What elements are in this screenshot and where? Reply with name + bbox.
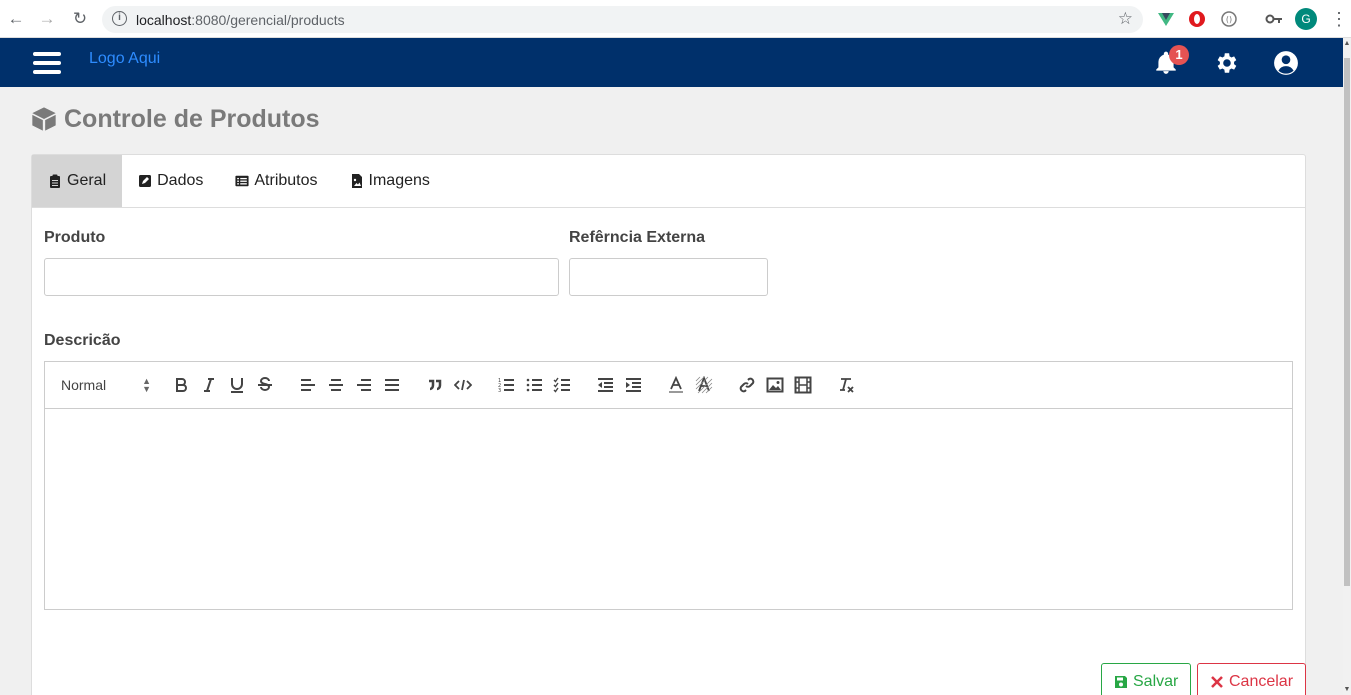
code-icon: [454, 379, 472, 391]
video-button[interactable]: [794, 374, 812, 396]
check-list-button[interactable]: [553, 374, 571, 396]
align-justify-icon: [385, 379, 399, 391]
extension-circle-icon[interactable]: (): [1220, 10, 1238, 28]
gear-icon[interactable]: [1213, 50, 1239, 76]
scrollbar-thumb[interactable]: [1344, 58, 1350, 586]
product-form-card: Geral Dados Atributos Imagens Produto Re…: [31, 154, 1307, 695]
tab-imagens[interactable]: Imagens: [334, 155, 446, 207]
align-right-button[interactable]: [355, 374, 373, 396]
select-caret-icon: ▲ ▼: [142, 376, 151, 394]
file-image-icon: [351, 174, 362, 188]
produto-input[interactable]: [44, 258, 559, 296]
save-button[interactable]: Salvar: [1101, 663, 1192, 695]
outdent-icon: [598, 378, 613, 392]
outdent-button[interactable]: [596, 374, 614, 396]
svg-text:3: 3: [498, 388, 501, 394]
tab-bar: Geral Dados Atributos Imagens: [32, 155, 1305, 208]
hamburger-menu-icon[interactable]: [33, 52, 61, 74]
indent-button[interactable]: [624, 374, 642, 396]
page-scrollbar[interactable]: ▲ ▼: [1343, 38, 1351, 695]
check-list-icon: [553, 377, 570, 393]
user-circle-icon[interactable]: [1273, 50, 1299, 76]
info-icon[interactable]: i: [112, 11, 127, 26]
heading-select[interactable]: Normal ▲ ▼: [61, 374, 151, 396]
opera-adblock-icon[interactable]: [1188, 10, 1206, 28]
descricao-label: Descricão: [44, 332, 121, 349]
cancel-button[interactable]: Cancelar: [1197, 663, 1307, 695]
vue-devtools-icon[interactable]: [1157, 10, 1175, 28]
text-color-button[interactable]: [667, 374, 685, 396]
page-title: Controle de Produtos: [30, 104, 320, 134]
save-icon: [1115, 676, 1127, 688]
bullet-list-icon: [526, 378, 542, 392]
page-title-text: Controle de Produtos: [64, 104, 320, 133]
close-icon: [1211, 676, 1223, 688]
clear-format-button[interactable]: [837, 374, 855, 396]
align-left-icon: [301, 379, 315, 391]
bold-icon: [176, 378, 187, 392]
image-button[interactable]: [766, 374, 784, 396]
bullet-list-button[interactable]: [525, 374, 543, 396]
editor-toolbar: Normal ▲ ▼ 1 2 3: [45, 362, 1292, 409]
strike-button[interactable]: [256, 374, 274, 396]
strikethrough-icon: [258, 377, 272, 391]
align-right-icon: [357, 379, 371, 391]
background-color-button[interactable]: [695, 374, 713, 396]
clear-format-icon: [840, 378, 854, 393]
text-color-icon: [669, 376, 683, 393]
address-bar[interactable]: i localhost:8080/gerencial/products ☆: [102, 6, 1143, 33]
browser-menu-icon[interactable]: ⋮: [1330, 8, 1348, 30]
tab-geral[interactable]: Geral: [32, 155, 123, 207]
background-color-icon: [695, 376, 713, 394]
editor-content-area[interactable]: [45, 409, 1292, 609]
scroll-down-icon[interactable]: ▼: [1343, 686, 1351, 693]
quote-icon: [429, 379, 442, 391]
reload-icon[interactable]: ↻: [70, 9, 90, 29]
tab-atributos[interactable]: Atributos: [219, 155, 333, 207]
profile-avatar[interactable]: G: [1295, 8, 1317, 30]
image-icon: [766, 377, 784, 393]
italic-button[interactable]: [200, 374, 218, 396]
align-center-icon: [329, 379, 343, 391]
edit-icon: [139, 175, 152, 187]
forward-arrow-icon[interactable]: →: [37, 9, 57, 29]
align-center-button[interactable]: [327, 374, 345, 396]
underline-icon: [231, 378, 243, 393]
align-left-button[interactable]: [299, 374, 317, 396]
svg-text:(): (): [1226, 15, 1232, 24]
referencia-externa-label: Refêrncia Externa: [569, 229, 706, 246]
scroll-up-icon[interactable]: ▲: [1343, 40, 1351, 47]
code-button[interactable]: [454, 374, 472, 396]
referencia-externa-input[interactable]: [569, 258, 768, 296]
rich-text-editor: Normal ▲ ▼ 1 2 3: [44, 361, 1293, 610]
tab-dados[interactable]: Dados: [122, 155, 219, 207]
link-icon: [739, 377, 755, 393]
bold-button[interactable]: [172, 374, 190, 396]
produto-label: Produto: [44, 229, 106, 246]
indent-icon: [626, 378, 641, 392]
ordered-list-button[interactable]: 123: [497, 374, 515, 396]
back-arrow-icon[interactable]: ←: [6, 9, 26, 29]
film-icon: [794, 376, 812, 394]
blockquote-button[interactable]: [426, 374, 444, 396]
ordered-list-icon: 123: [498, 378, 514, 394]
bookmark-star-icon[interactable]: ☆: [1118, 9, 1133, 29]
browser-toolbar: ← → ↻ i localhost:8080/gerencial/product…: [0, 0, 1351, 38]
notification-badge: 1: [1169, 45, 1189, 65]
cube-icon: [32, 107, 56, 131]
link-button[interactable]: [738, 374, 756, 396]
italic-icon: [204, 378, 214, 392]
app-navbar: Logo Aqui 1: [0, 38, 1343, 87]
url-text[interactable]: localhost:8080/gerencial/products: [136, 12, 345, 28]
key-icon[interactable]: [1265, 10, 1283, 28]
underline-button[interactable]: [228, 374, 246, 396]
align-justify-button[interactable]: [383, 374, 401, 396]
list-alt-icon: [235, 175, 249, 187]
clipboard-icon: [50, 174, 60, 188]
logo[interactable]: Logo Aqui: [89, 50, 160, 68]
